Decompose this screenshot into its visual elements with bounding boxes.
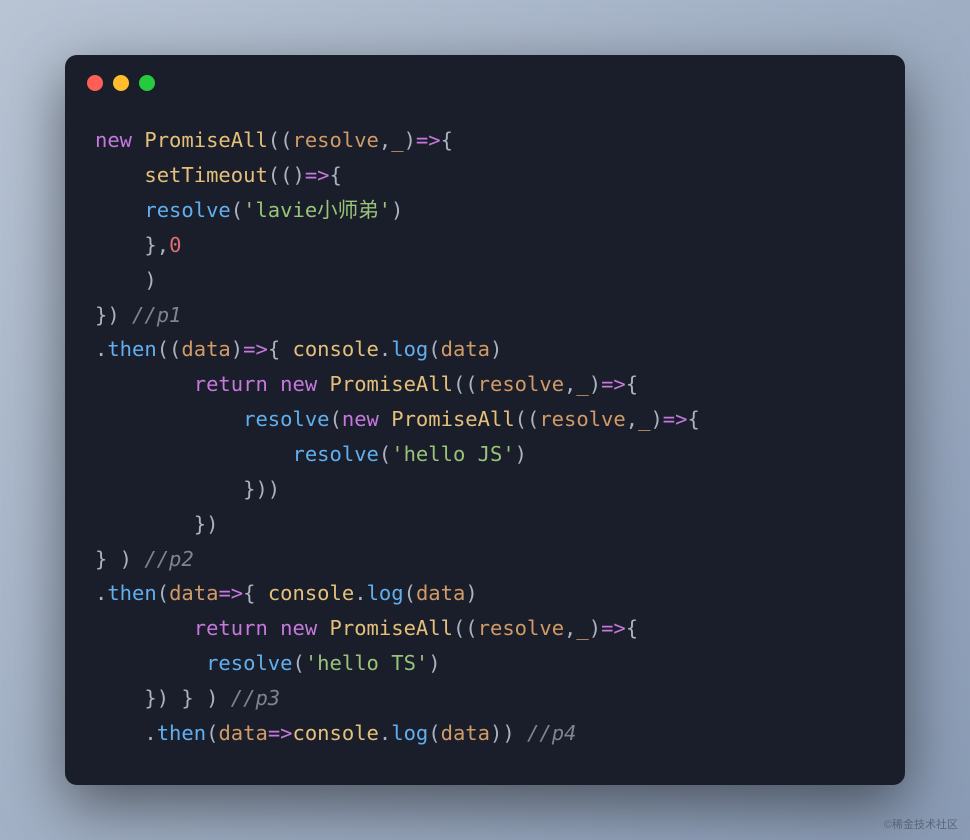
line-9: resolve(new PromiseAll((resolve,_)=>{ bbox=[95, 407, 700, 431]
line-15: return new PromiseAll((resolve,_)=>{ bbox=[95, 616, 638, 640]
line-10: resolve('hello JS') bbox=[95, 442, 527, 466]
line-1: new PromiseAll((resolve,_)=>{ bbox=[95, 128, 453, 152]
line-13: } ) //p2 bbox=[95, 547, 194, 571]
code-block: new PromiseAll((resolve,_)=>{ setTimeout… bbox=[65, 95, 905, 784]
line-14: .then(data=>{ console.log(data) bbox=[95, 581, 478, 605]
line-3: resolve('lavie小师弟') bbox=[95, 198, 403, 222]
minimize-icon[interactable] bbox=[113, 75, 129, 91]
watermark: ©稀金技术社区 bbox=[884, 816, 958, 832]
code-window: new PromiseAll((resolve,_)=>{ setTimeout… bbox=[65, 55, 905, 784]
line-5: ) bbox=[95, 268, 157, 292]
line-16: resolve('hello TS') bbox=[95, 651, 441, 675]
line-7: .then((data)=>{ console.log(data) bbox=[95, 337, 502, 361]
titlebar bbox=[65, 55, 905, 95]
line-12: }) bbox=[95, 512, 218, 536]
line-4: },0 bbox=[95, 233, 181, 257]
maximize-icon[interactable] bbox=[139, 75, 155, 91]
close-icon[interactable] bbox=[87, 75, 103, 91]
line-2: setTimeout(()=>{ bbox=[95, 163, 342, 187]
line-8: return new PromiseAll((resolve,_)=>{ bbox=[95, 372, 638, 396]
line-17: }) } ) //p3 bbox=[95, 686, 280, 710]
line-11: })) bbox=[95, 477, 280, 501]
line-6: }) //p1 bbox=[95, 303, 181, 327]
line-18: .then(data=>console.log(data)) //p4 bbox=[95, 721, 576, 745]
